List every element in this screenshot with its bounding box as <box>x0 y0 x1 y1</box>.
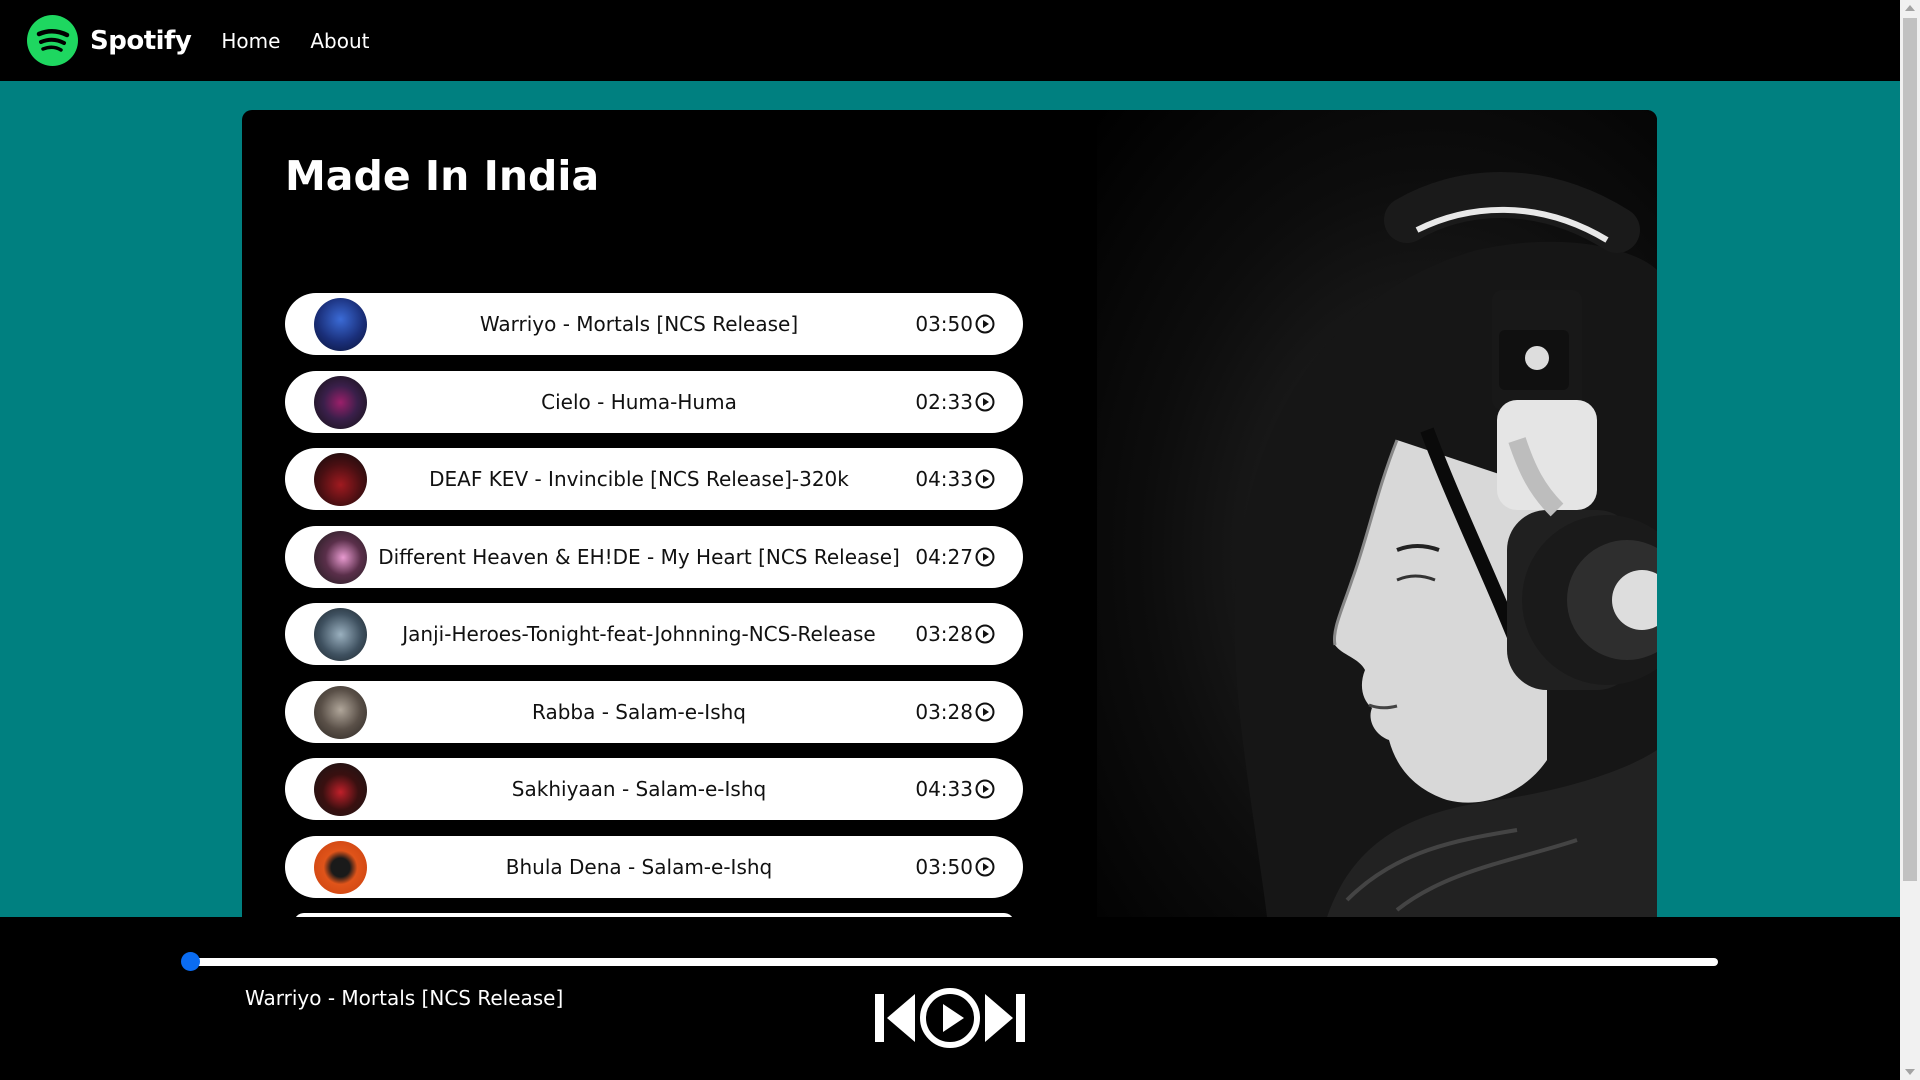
song-cover <box>314 685 367 739</box>
song-duration: 03:28 <box>915 622 973 646</box>
song-item[interactable]: Janji-Heroes-Tonight-feat-Johnning-NCS-R… <box>285 603 1023 665</box>
play-circle-icon[interactable] <box>975 314 995 334</box>
song-cover <box>314 840 367 894</box>
spotify-logo-icon[interactable] <box>27 15 78 66</box>
song-name: Warriyo - Mortals [NCS Release] <box>479 312 799 336</box>
player-bar: Warriyo - Mortals [NCS Release] <box>0 917 1900 1080</box>
song-item[interactable]: Rabba - Salam-e-Ishq 03:28 <box>285 680 1023 743</box>
song-duration: 03:50 <box>915 854 973 879</box>
song-cover <box>314 530 367 584</box>
headphones-photo <box>1097 110 1657 917</box>
playlist-container: Made In India Warriyo - Mortals [NCS Rel… <box>242 110 1657 917</box>
song-duration: 02:33 <box>915 389 973 414</box>
page-title: Made In India <box>285 152 600 200</box>
song-item[interactable]: DEAF KEV - Invincible [NCS Release]-320k… <box>285 448 1023 510</box>
scrollbar-thumb[interactable] <box>1903 18 1917 881</box>
song-item[interactable]: Different Heaven & EH!DE - My Heart [NCS… <box>285 525 1023 588</box>
scroll-down-icon[interactable] <box>1905 1069 1915 1075</box>
previous-icon[interactable] <box>875 991 917 1045</box>
song-name: Cielo - Huma-Huma <box>541 389 737 414</box>
navbar: Spotify Home About <box>0 0 1900 81</box>
scroll-up-icon[interactable] <box>1905 5 1915 11</box>
page-scrollbar[interactable] <box>1900 0 1920 1080</box>
song-name: Rabba - Salam-e-Ishq <box>532 699 746 724</box>
play-circle-icon[interactable] <box>975 779 995 799</box>
song-cover <box>314 608 367 661</box>
player-controls <box>875 987 1025 1049</box>
song-duration: 04:33 <box>915 467 973 491</box>
song-cover <box>314 763 367 816</box>
song-duration: 04:27 <box>915 544 973 569</box>
play-circle-icon[interactable] <box>975 469 995 489</box>
play-circle-icon[interactable] <box>975 392 995 412</box>
play-circle-icon[interactable] <box>975 624 995 644</box>
play-circle-icon[interactable] <box>975 702 995 722</box>
current-song-name: Warriyo - Mortals [NCS Release] <box>245 986 564 1010</box>
song-name: Sakhiyaan - Salam-e-Ishq <box>511 777 767 801</box>
song-name: DEAF KEV - Invincible [NCS Release]-320k <box>429 467 849 491</box>
song-cover <box>314 298 367 351</box>
brand-name: Spotify <box>90 25 192 56</box>
song-cover <box>314 453 367 506</box>
song-item[interactable]: Cielo - Huma-Huma 02:33 <box>285 370 1023 433</box>
song-name: Different Heaven & EH!DE - My Heart [NCS… <box>378 544 900 569</box>
progress-slider[interactable] <box>181 952 1718 971</box>
song-duration: 03:50 <box>915 312 973 336</box>
song-item[interactable]: Warriyo - Mortals [NCS Release] 03:50 <box>285 293 1023 355</box>
progress-track[interactable] <box>188 958 1718 966</box>
song-list: Warriyo - Mortals [NCS Release] 03:50 Ci… <box>285 293 1023 917</box>
nav-link-home[interactable]: Home <box>221 29 280 53</box>
nav-link-about[interactable]: About <box>310 29 369 53</box>
play-circle-icon[interactable] <box>975 547 995 567</box>
song-name: Janji-Heroes-Tonight-feat-Johnning-NCS-R… <box>402 622 876 646</box>
song-cover <box>314 375 367 429</box>
play-circle-icon[interactable] <box>975 857 995 877</box>
next-icon[interactable] <box>983 991 1025 1045</box>
progress-thumb[interactable] <box>181 952 200 971</box>
play-circle-icon[interactable] <box>919 987 981 1049</box>
song-item[interactable]: Bhula Dena - Salam-e-Ishq 03:50 <box>285 835 1023 898</box>
song-duration: 04:33 <box>915 777 973 801</box>
song-item[interactable]: Sakhiyaan - Salam-e-Ishq 04:33 <box>285 758 1023 820</box>
song-name: Bhula Dena - Salam-e-Ishq <box>505 854 773 879</box>
song-duration: 03:28 <box>915 699 973 724</box>
